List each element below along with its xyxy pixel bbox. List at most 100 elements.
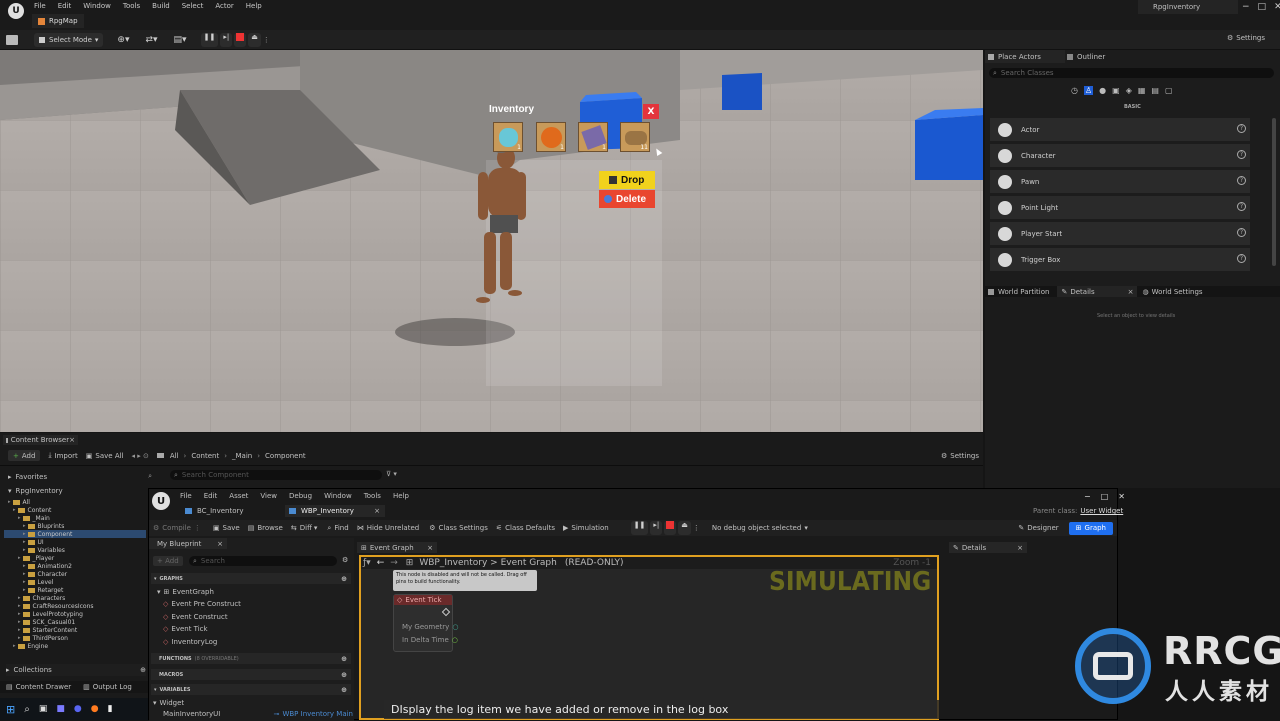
help-icon[interactable]: ? (1237, 228, 1246, 237)
menu-item-window[interactable]: Window (83, 2, 111, 10)
bp-menu-item-file[interactable]: File (180, 492, 192, 500)
close-tab-icon[interactable]: × (1017, 544, 1023, 552)
pin-in-delta-time[interactable]: In Delta Time ○ (402, 636, 458, 644)
task-view-icon[interactable]: ▣ (39, 704, 48, 714)
pause-button[interactable]: ❚❚ (630, 521, 649, 535)
volumes-icon[interactable]: ▤ (1151, 86, 1159, 95)
pin-my-geometry[interactable]: My Geometry ○ (402, 623, 458, 631)
inventory-slot[interactable]: 1 (493, 122, 523, 152)
save-icon[interactable] (6, 34, 18, 45)
folder-tree-item[interactable]: ▸ LevelPrototyping (4, 610, 146, 618)
stop-button[interactable] (234, 32, 247, 47)
folder-tree-item[interactable]: ▸ Component (4, 530, 146, 538)
actor-list-scrollbar[interactable] (1272, 118, 1276, 266)
folder-tree-item[interactable]: ▸ Bluprints (4, 522, 146, 530)
breadcrumb-item[interactable]: Component (265, 452, 306, 460)
folder-tree-item[interactable]: ▸ _Main (4, 514, 146, 522)
event-tick-node[interactable]: ◇ Event Tick My Geometry ○ In Delta Time… (393, 594, 458, 652)
folder-tree-item[interactable]: ▸ Level (4, 578, 146, 586)
actor-item-character[interactable]: Character? (990, 144, 1250, 167)
bp-menu-item-asset[interactable]: Asset (229, 492, 248, 500)
folder-tree-item[interactable]: ▸ _Player (4, 554, 146, 562)
bp-menu-item-help[interactable]: Help (393, 492, 409, 500)
eject-button[interactable]: ⏏ (678, 521, 691, 535)
minimize-icon[interactable]: − (1084, 492, 1091, 501)
windows-start-icon[interactable]: ⊞ (6, 703, 15, 716)
bp-save-button[interactable]: ▣ Save (213, 524, 240, 532)
all-classes-icon[interactable]: ▢ (1165, 86, 1173, 95)
menu-item-actor[interactable]: Actor (215, 2, 233, 10)
folder-tree-item[interactable]: ▸ Character (4, 570, 146, 578)
favorites-section[interactable]: ▸ Favorites ⌕ (8, 472, 158, 481)
menu-item-help[interactable]: Help (246, 2, 262, 10)
inventory-close-button[interactable]: X (643, 104, 659, 119)
event-graph-canvas[interactable]: ƒ▾ ← → ⊞ WBP_Inventory > Event Graph (RE… (359, 555, 939, 720)
delete-button[interactable]: Delete (599, 190, 655, 208)
step-button[interactable]: ▸| (220, 32, 233, 47)
firefox-icon[interactable]: ● (91, 704, 99, 714)
event-item[interactable]: ◇ InventoryLog (163, 638, 217, 646)
actor-item-trigger-box[interactable]: Trigger Box? (990, 248, 1250, 271)
help-icon[interactable]: ? (1237, 176, 1246, 185)
menu-item-edit[interactable]: Edit (58, 2, 72, 10)
step-button[interactable]: ▸| (650, 521, 663, 535)
actor-item-player-start[interactable]: Player Start? (990, 222, 1250, 245)
tab-world-partition[interactable]: World Partition (985, 288, 1057, 296)
tab-bp-details[interactable]: ✎ Details × (949, 542, 1027, 553)
inventory-slot[interactable]: 11 (620, 122, 650, 152)
folder-tree-item[interactable]: ▸ StarterContent (4, 626, 146, 634)
help-icon[interactable]: ? (1237, 150, 1246, 159)
event-graph-item[interactable]: ▾ ⊞ EventGraph (157, 588, 214, 596)
close-window-icon[interactable]: ✕ (1274, 2, 1280, 12)
folder-tree-item[interactable]: ▸ Animation2 (4, 562, 146, 570)
breadcrumb-item[interactable]: _Main (232, 452, 252, 460)
event-item[interactable]: ◇ Event Pre Construct (163, 600, 241, 608)
add-function-icon[interactable]: ⊕ (341, 655, 347, 663)
cb-search-input[interactable]: ⌕ Search Component (170, 470, 382, 480)
menu-item-tools[interactable]: Tools (123, 2, 140, 10)
tab-my-blueprint[interactable]: My Blueprint × (149, 538, 227, 549)
settings-button[interactable]: ⚙ Settings (1227, 34, 1265, 42)
select-mode-button[interactable]: Select Mode ▾ (34, 32, 104, 47)
search-icon[interactable]: ⌕ (148, 472, 152, 481)
cb-settings-button[interactable]: ⚙ Settings (941, 452, 979, 460)
parent-class-link[interactable]: User Widget (1080, 507, 1123, 515)
collections-section[interactable]: ▸ Collections ⊕ (6, 664, 146, 676)
add-macro-icon[interactable]: ⊕ (341, 671, 347, 679)
browse-button[interactable]: ▤ Browse (248, 524, 283, 532)
search-classes-input[interactable]: ⌕ Search Classes (989, 68, 1274, 78)
bp-menu-item-view[interactable]: View (260, 492, 277, 500)
inventory-slot[interactable]: 1 (536, 122, 566, 152)
more-options-icon[interactable]: ⋮ (194, 524, 201, 532)
maximize-icon[interactable]: □ (1101, 492, 1109, 501)
folder-tree-item[interactable]: ▸ UI (4, 538, 146, 546)
tab-world-settings[interactable]: ◍ World Settings (1137, 288, 1207, 296)
drop-button[interactable]: Drop (599, 171, 655, 189)
macros-header[interactable]: MACROS ⊕ (151, 669, 351, 680)
widget-group[interactable]: ▾ Widget (153, 699, 184, 707)
folder-tree-item[interactable]: ▸ SCK_Casual01 (4, 618, 146, 626)
tab-outliner[interactable]: Outliner (1067, 50, 1105, 63)
class-settings-button[interactable]: ⚙ Class Settings (429, 524, 488, 532)
folder-tree-item[interactable]: ▸ Engine (4, 642, 146, 650)
tab-place-actors[interactable]: Place Actors (985, 50, 1065, 63)
folder-tree-item[interactable]: ▸ Characters (4, 594, 146, 602)
unreal-logo-icon[interactable]: U (8, 3, 24, 19)
geometry-icon[interactable]: ▦ (1138, 86, 1146, 95)
add-actor-icon[interactable]: ⊕▾ (117, 35, 129, 45)
folder-tree-item[interactable]: ▸ All (4, 498, 146, 506)
folder-tree-item[interactable]: ▸ Variables (4, 546, 146, 554)
tab-content-browser[interactable]: Content Browser × (3, 435, 78, 445)
level-tab[interactable]: RpgMap (32, 14, 84, 28)
help-icon[interactable]: ? (1237, 202, 1246, 211)
forward-arrow-icon[interactable]: → (390, 558, 398, 568)
cinematic-icon[interactable]: ▣ (1112, 86, 1120, 95)
menu-item-select[interactable]: Select (182, 2, 204, 10)
folder-tree-item[interactable]: ▸ ThirdPerson (4, 634, 146, 642)
add-graph-icon[interactable]: ⊕ (341, 575, 347, 583)
bp-menu-item-debug[interactable]: Debug (289, 492, 312, 500)
variable-row[interactable]: MainInventoryUI ⊸ WBP Inventory Main (163, 710, 353, 718)
actor-item-point-light[interactable]: Point Light? (990, 196, 1250, 219)
save-all-button[interactable]: ▣ Save All (86, 452, 124, 460)
class-defaults-button[interactable]: ⚟ Class Defaults (496, 524, 555, 532)
